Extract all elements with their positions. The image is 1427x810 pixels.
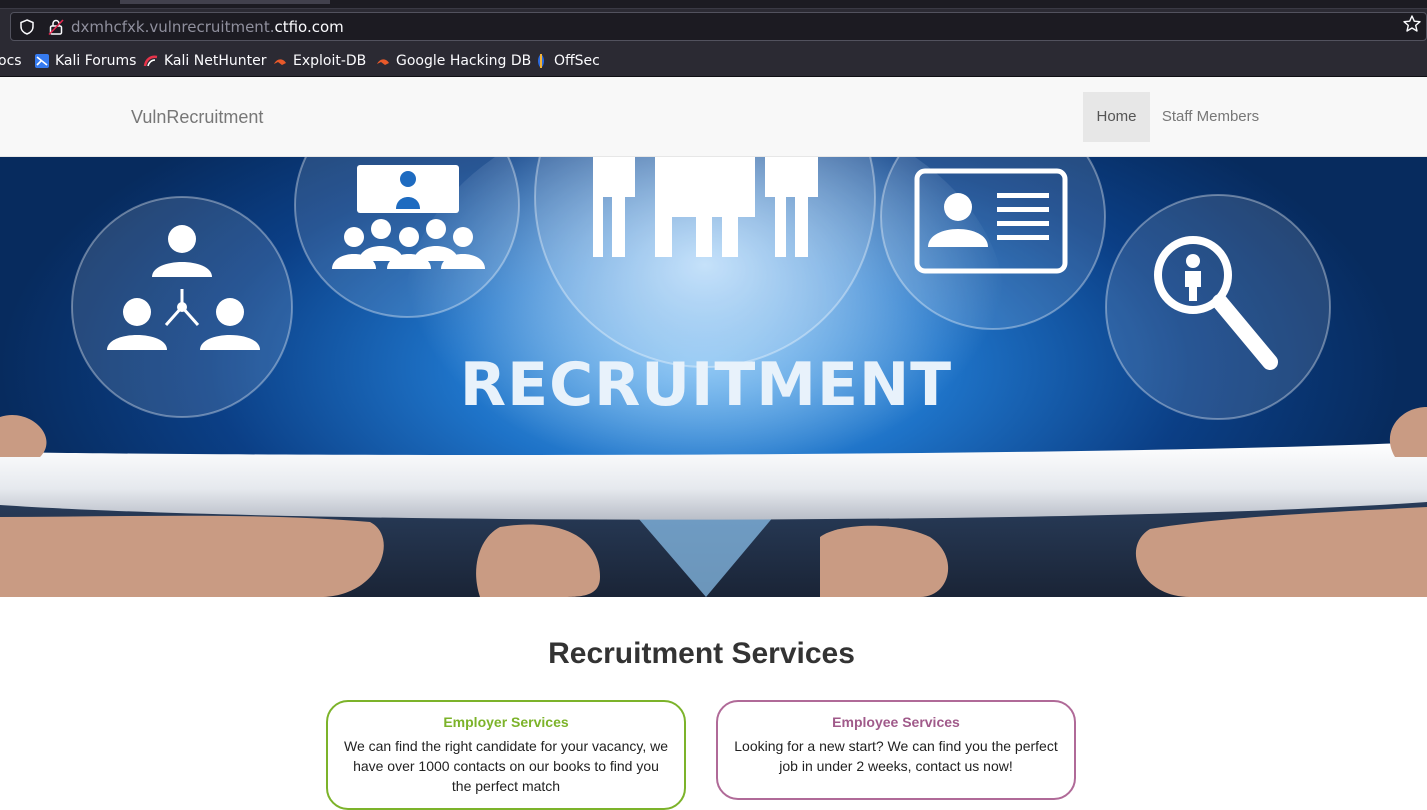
bookmark-label: OffSec: [554, 53, 600, 69]
star-icon[interactable]: [1402, 14, 1422, 34]
browser-tab-strip: [0, 0, 1427, 8]
bookmark-label: Exploit-DB: [293, 53, 367, 69]
bookmark-label: Kali NetHunter: [164, 53, 267, 69]
bookmark-kali-forums[interactable]: Kali Forums: [34, 51, 136, 71]
nav-item-home[interactable]: Home: [1083, 92, 1150, 142]
hero-banner: RECRUITMENT: [0, 157, 1427, 597]
bookmark-exploit-db[interactable]: Exploit-DB: [272, 51, 366, 71]
browser-toolbar: dxmhcfxk.vulnrecruitment.ctfio.com: [0, 8, 1427, 44]
bookmark-label: Google Hacking DB: [396, 53, 532, 69]
bookmark-label: ocs: [0, 53, 22, 69]
card-body: Looking for a new start? We can find you…: [734, 738, 1058, 774]
hero-illustration: RECRUITMENT: [0, 157, 1427, 597]
shield-icon[interactable]: [18, 18, 36, 36]
employer-services-card: Employer Services We can find the right …: [326, 700, 686, 810]
employee-services-card: Employee Services Looking for a new star…: [716, 700, 1076, 800]
exploit-db-icon: [274, 59, 286, 65]
site-navbar: VulnRecruitment Home Staff Members: [0, 77, 1427, 157]
url-subdomain: dxmhcfxk.vulnrecruitment.: [71, 18, 275, 36]
bookmark-google-hacking-db[interactable]: Google Hacking DB: [375, 51, 531, 71]
hero-title: RECRUITMENT: [460, 350, 952, 420]
nav-item-staff-members[interactable]: Staff Members: [1150, 92, 1271, 142]
bookmarks-toolbar: ocs Kali Forums Kali NetHunter Exploit-D…: [0, 44, 1427, 77]
url-domain: ctfio.com: [274, 18, 344, 36]
kali-nethunter-icon: [143, 55, 158, 67]
bookmark-docs[interactable]: ocs: [0, 51, 22, 71]
card-title: Employee Services: [832, 714, 960, 730]
services-title: Recruitment Services: [548, 637, 855, 670]
lock-icon[interactable]: [47, 18, 65, 36]
offsec-icon: [538, 54, 544, 68]
active-tab[interactable]: [120, 0, 330, 4]
url-text[interactable]: dxmhcfxk.vulnrecruitment.ctfio.com: [71, 18, 344, 36]
kali-forums-icon: [35, 54, 49, 68]
bookmark-label: Kali Forums: [55, 53, 137, 69]
card-body: We can find the right candidate for your…: [344, 738, 668, 794]
site-brand[interactable]: VulnRecruitment: [131, 107, 263, 128]
address-bar[interactable]: dxmhcfxk.vulnrecruitment.ctfio.com: [10, 12, 1427, 41]
ghdb-icon: [377, 59, 389, 65]
bookmark-kali-nethunter[interactable]: Kali NetHunter: [143, 51, 266, 71]
bookmark-offsec[interactable]: OffSec: [533, 51, 600, 71]
card-title: Employer Services: [443, 714, 569, 730]
